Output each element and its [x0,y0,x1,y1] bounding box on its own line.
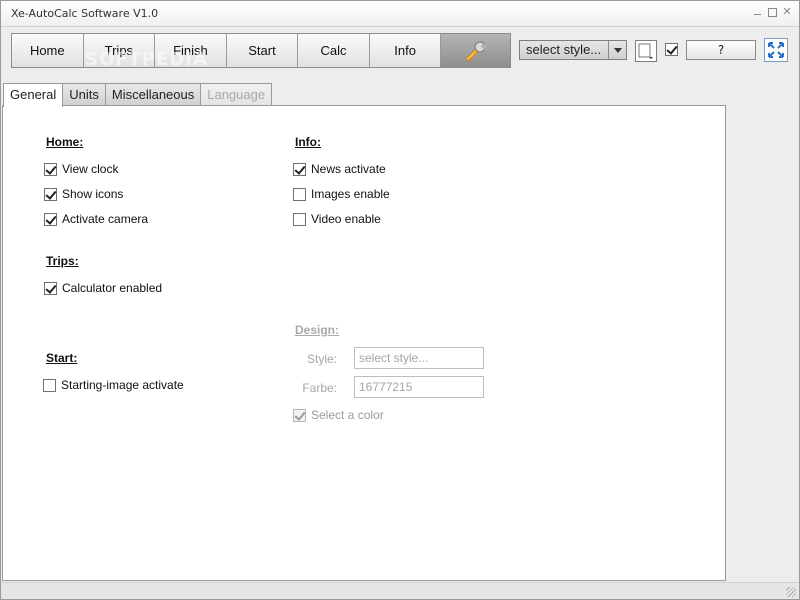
video-enable-label: Video enable [311,212,381,226]
select-color-option[interactable]: Select a color [293,408,384,422]
activate-camera-option[interactable]: Activate camera [44,212,148,226]
nav-finish-button[interactable]: Finish [155,34,227,67]
news-activate-option[interactable]: News activate [293,162,386,176]
nav-home-button[interactable]: Home [12,34,84,67]
style-select[interactable]: select style... [519,40,627,60]
nav-calc-button[interactable]: Calc [298,34,370,67]
style-field-label: Style: [306,352,337,366]
starting-image-checkbox[interactable] [43,378,56,392]
show-icons-option[interactable]: Show icons [44,187,123,201]
show-icons-label: Show icons [62,187,124,201]
start-section-title: Start: [46,351,78,365]
chevron-down-icon[interactable] [608,41,626,59]
window-title: Xe-AutoCalc Software V1.0 [11,7,159,20]
activate-camera-label: Activate camera [62,212,149,226]
app-window: Xe-AutoCalc Software V1.0 ✕ Home Trips F… [0,0,800,600]
view-clock-label: View clock [62,162,119,176]
calculator-enabled-option[interactable]: Calculator enabled [44,281,162,295]
title-bar[interactable]: Xe-AutoCalc Software V1.0 ✕ [1,1,799,27]
farbe-input[interactable]: 16777215 [354,376,484,398]
status-bar [1,582,799,599]
nav-trips-button[interactable]: Trips [84,34,156,67]
farbe-field-label: Farbe: [302,381,337,395]
calculator-enabled-checkbox[interactable] [44,281,57,295]
view-clock-option[interactable]: View clock [44,162,118,176]
design-style-input[interactable]: select style... [354,347,484,369]
wrench-icon [465,41,487,61]
activate-camera-checkbox[interactable] [44,212,57,226]
style-select-value: select style... [526,42,602,57]
calculator-enabled-label: Calculator enabled [62,281,163,295]
info-section-title: Info: [295,135,321,149]
news-activate-label: News activate [311,162,386,176]
starting-image-label: Starting-image activate [61,378,184,392]
nav-start-button[interactable]: Start [227,34,299,67]
show-icons-checkbox[interactable] [44,187,57,201]
tab-general[interactable]: General [3,83,64,107]
close-icon[interactable]: ✕ [781,6,793,18]
settings-button[interactable] [441,34,510,67]
maximize-icon[interactable] [766,6,778,18]
tab-units[interactable]: Units [62,83,106,106]
tab-miscellaneous[interactable]: Miscellaneous [104,83,202,106]
fullscreen-button[interactable] [764,38,788,62]
select-color-checkbox[interactable] [293,408,306,422]
page-menu-button[interactable] [635,40,657,62]
checkbox-icon [665,43,678,56]
home-section-title: Home: [46,135,84,149]
fullscreen-icon [768,42,784,58]
settings-tabs: General Units Miscellaneous Language [3,83,273,107]
page-dropdown-icon [638,43,653,59]
design-section-title: Design: [295,323,340,337]
help-button[interactable]: ? [686,40,756,60]
minimize-icon[interactable] [751,6,763,18]
main-nav: Home Trips Finish Start Calc Info [11,33,511,68]
images-enable-checkbox[interactable] [293,187,306,201]
select-color-label: Select a color [311,408,384,422]
video-enable-option[interactable]: Video enable [293,212,381,226]
view-clock-checkbox[interactable] [44,162,57,176]
resize-grip-icon[interactable] [786,587,796,597]
images-enable-label: Images enable [311,187,390,201]
video-enable-checkbox[interactable] [293,212,306,226]
tab-language[interactable]: Language [200,83,273,106]
trips-section-title: Trips: [46,254,79,268]
window-controls: ✕ [751,6,793,18]
news-activate-checkbox[interactable] [293,162,306,176]
nav-info-button[interactable]: Info [370,34,442,67]
starting-image-option[interactable]: Starting-image activate [43,378,184,392]
general-panel: Home: View clock Show icons Activate cam… [2,105,726,581]
images-enable-option[interactable]: Images enable [293,187,390,201]
toolbar-checkbox[interactable] [665,43,678,56]
